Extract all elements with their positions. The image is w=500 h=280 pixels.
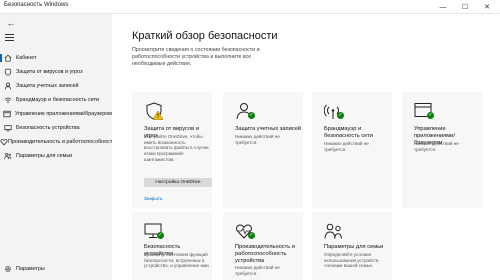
heart-check-icon: ✓ [235, 222, 255, 240]
sidebar-item-label: Параметры [16, 266, 45, 272]
sidebar-item-account-protection[interactable]: Защита учетных записей [0, 79, 112, 93]
card-description: Никаких действий не требуется. [414, 141, 459, 152]
minimize-button[interactable]: — [436, 0, 450, 14]
card-firewall[interactable]: ✓ Брандмауэр и безопасность сети Никаких… [312, 92, 392, 208]
person-check-icon: ✓ [235, 102, 255, 120]
ok-check-icon: ✓ [337, 112, 344, 119]
setup-onedrive-button[interactable]: Настройка OneDrive [144, 178, 212, 187]
sidebar-item-family[interactable]: Параметры для семьи [0, 149, 112, 163]
dismiss-link[interactable]: Закрыть [144, 197, 162, 202]
card-description: Просмотр состояния функций безопасности,… [144, 252, 209, 269]
wifi-check-icon: ✓ [323, 102, 344, 120]
title-bar: Безопасность Windows — ☐ ✕ [0, 0, 500, 14]
person-icon [0, 82, 16, 90]
heart-icon [0, 138, 8, 146]
sidebar-item-device-health[interactable]: Производительность и работоспособность [0, 135, 116, 149]
app-window-icon [0, 110, 15, 118]
family-icon [324, 222, 344, 240]
sidebar: ← Кабинет Защита от вирусов и угроз Защи… [0, 14, 116, 280]
sidebar-item-label: Защита учетных записей [16, 83, 79, 89]
sidebar-item-settings[interactable]: Параметры [0, 262, 112, 276]
main-content: Краткий обзор безопасности Просмотрите с… [112, 14, 500, 280]
card-device-health[interactable]: ✓ Производительность и работоспособность… [223, 212, 303, 280]
card-description: Определяйте условия использования устрой… [324, 252, 379, 269]
shield-icon [0, 68, 16, 76]
back-button[interactable]: ← [4, 16, 18, 30]
home-icon [0, 54, 16, 62]
card-description: Никаких действий не требуется. [235, 134, 280, 145]
card-title: Защита учетных записей [235, 126, 301, 132]
card-title: Параметры для семьи [324, 244, 384, 250]
ok-check-icon: ✓ [248, 112, 255, 119]
wifi-icon [0, 96, 16, 104]
card-account-protection[interactable]: ✓ Защита учетных записей Никаких действи… [223, 92, 303, 208]
ok-check-icon: ✓ [248, 232, 255, 239]
sidebar-item-label: Параметры для семьи [16, 153, 73, 159]
sidebar-item-label: Брандмауэр и безопасность сети [16, 97, 100, 103]
app-window-check-icon: ✓ [414, 102, 434, 120]
page-description: Просмотрите сведения о состоянии безопас… [132, 47, 260, 67]
ok-check-icon: ✓ [427, 112, 434, 119]
card-title: Производительность и работоспособность у… [235, 244, 295, 264]
sidebar-item-label: Защита от вирусов и угроз [16, 69, 83, 75]
sidebar-item-firewall[interactable]: Брандмауэр и безопасность сети [0, 93, 112, 107]
card-description: Никаких действий не требуется. [324, 141, 369, 152]
sidebar-item-label: Производительность и работоспособность [8, 139, 116, 145]
maximize-button[interactable]: ☐ [458, 0, 472, 14]
close-button[interactable]: ✕ [480, 0, 494, 14]
device-check-icon: ✓ [144, 222, 164, 240]
card-description: Никаких действий не требуется. [235, 265, 280, 276]
ok-check-icon: ✓ [157, 232, 164, 239]
window-title: Безопасность Windows [4, 2, 69, 8]
card-device-security[interactable]: ✓ Безопасность устройства Просмотр состо… [132, 212, 212, 280]
card-family-options[interactable]: Параметры для семьи Определяйте условия … [312, 212, 392, 280]
gear-icon [0, 265, 16, 273]
sidebar-item-label: Управление приложениями/браузером [14, 111, 112, 117]
device-icon [0, 124, 16, 132]
sidebar-item-device-security[interactable]: Безопасность устройства [0, 121, 112, 135]
sidebar-item-label: Безопасность устройства [16, 125, 80, 131]
page-title: Краткий обзор безопасности [132, 30, 278, 42]
family-icon [0, 152, 16, 160]
sidebar-item-virus-protection[interactable]: Защита от вирусов и угроз [0, 65, 112, 79]
card-description: Настройте OneDrive, чтобы иметь возможно… [144, 134, 209, 162]
card-title: Брандмауэр и безопасность сети [324, 126, 373, 139]
sidebar-item-home[interactable]: Кабинет [0, 51, 112, 65]
sidebar-item-label: Кабинет [16, 55, 37, 61]
sidebar-item-app-browser[interactable]: Управление приложениями/браузером [0, 107, 112, 121]
shield-warning-icon [144, 102, 164, 120]
card-virus-protection[interactable]: Защита от вирусов и угроз Настройте OneD… [132, 92, 212, 208]
card-app-browser[interactable]: ✓ Управление приложениями/браузером Ника… [402, 92, 482, 208]
hamburger-menu-icon[interactable] [4, 32, 16, 44]
